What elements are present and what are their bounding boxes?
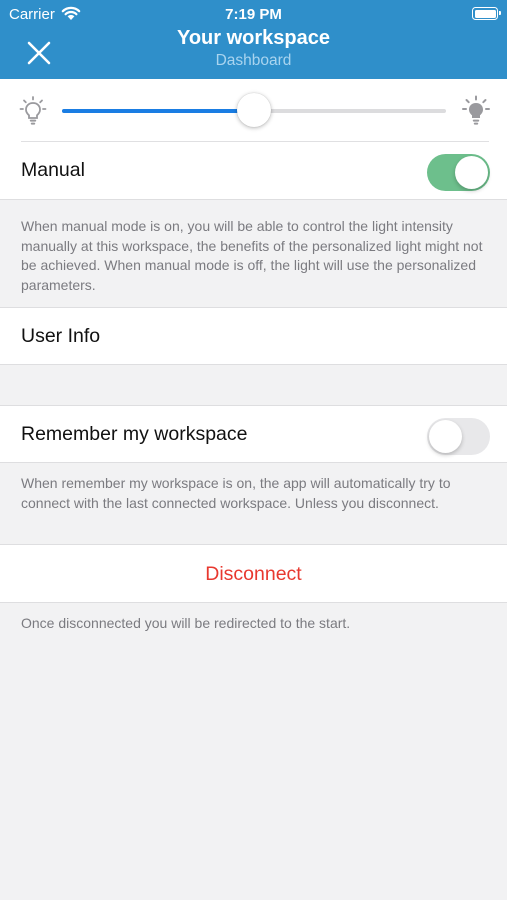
brightness-slider-row bbox=[0, 79, 507, 142]
user-info-row[interactable]: User Info bbox=[0, 307, 507, 365]
toggle-knob bbox=[429, 420, 462, 453]
status-bar: Carrier 7:19 PM bbox=[0, 0, 507, 28]
disconnect-button[interactable]: Disconnect bbox=[0, 544, 507, 603]
user-info-label: User Info bbox=[21, 325, 101, 347]
page-title: Your workspace bbox=[176, 27, 331, 49]
remember-workspace-row: Remember my workspace bbox=[0, 405, 507, 463]
lightbulb-dim-icon bbox=[19, 96, 47, 125]
remember-workspace-label: Remember my workspace bbox=[21, 423, 248, 445]
page-subtitle: Dashboard bbox=[215, 52, 292, 69]
battery-icon bbox=[472, 7, 501, 20]
brightness-thumb[interactable] bbox=[237, 93, 271, 127]
toggle-knob bbox=[455, 156, 488, 189]
manual-toggle[interactable] bbox=[427, 154, 490, 191]
manual-description: When manual mode is on, you will be able… bbox=[21, 218, 483, 293]
disconnect-note: Once disconnected you will be redirected… bbox=[21, 615, 351, 631]
manual-row: Manual bbox=[0, 142, 507, 200]
lightbulb-bright-icon bbox=[462, 95, 490, 125]
disconnect-label: Disconnect bbox=[205, 563, 302, 585]
remember-workspace-description: When remember my workspace is on, the ap… bbox=[21, 475, 451, 511]
remember-workspace-toggle[interactable] bbox=[427, 418, 490, 455]
brightness-track-fill bbox=[62, 109, 254, 113]
status-time: 7:19 PM bbox=[225, 6, 282, 23]
manual-label: Manual bbox=[21, 159, 85, 181]
nav-header: Carrier 7:19 PM Your workspace Dashboard bbox=[0, 0, 507, 79]
